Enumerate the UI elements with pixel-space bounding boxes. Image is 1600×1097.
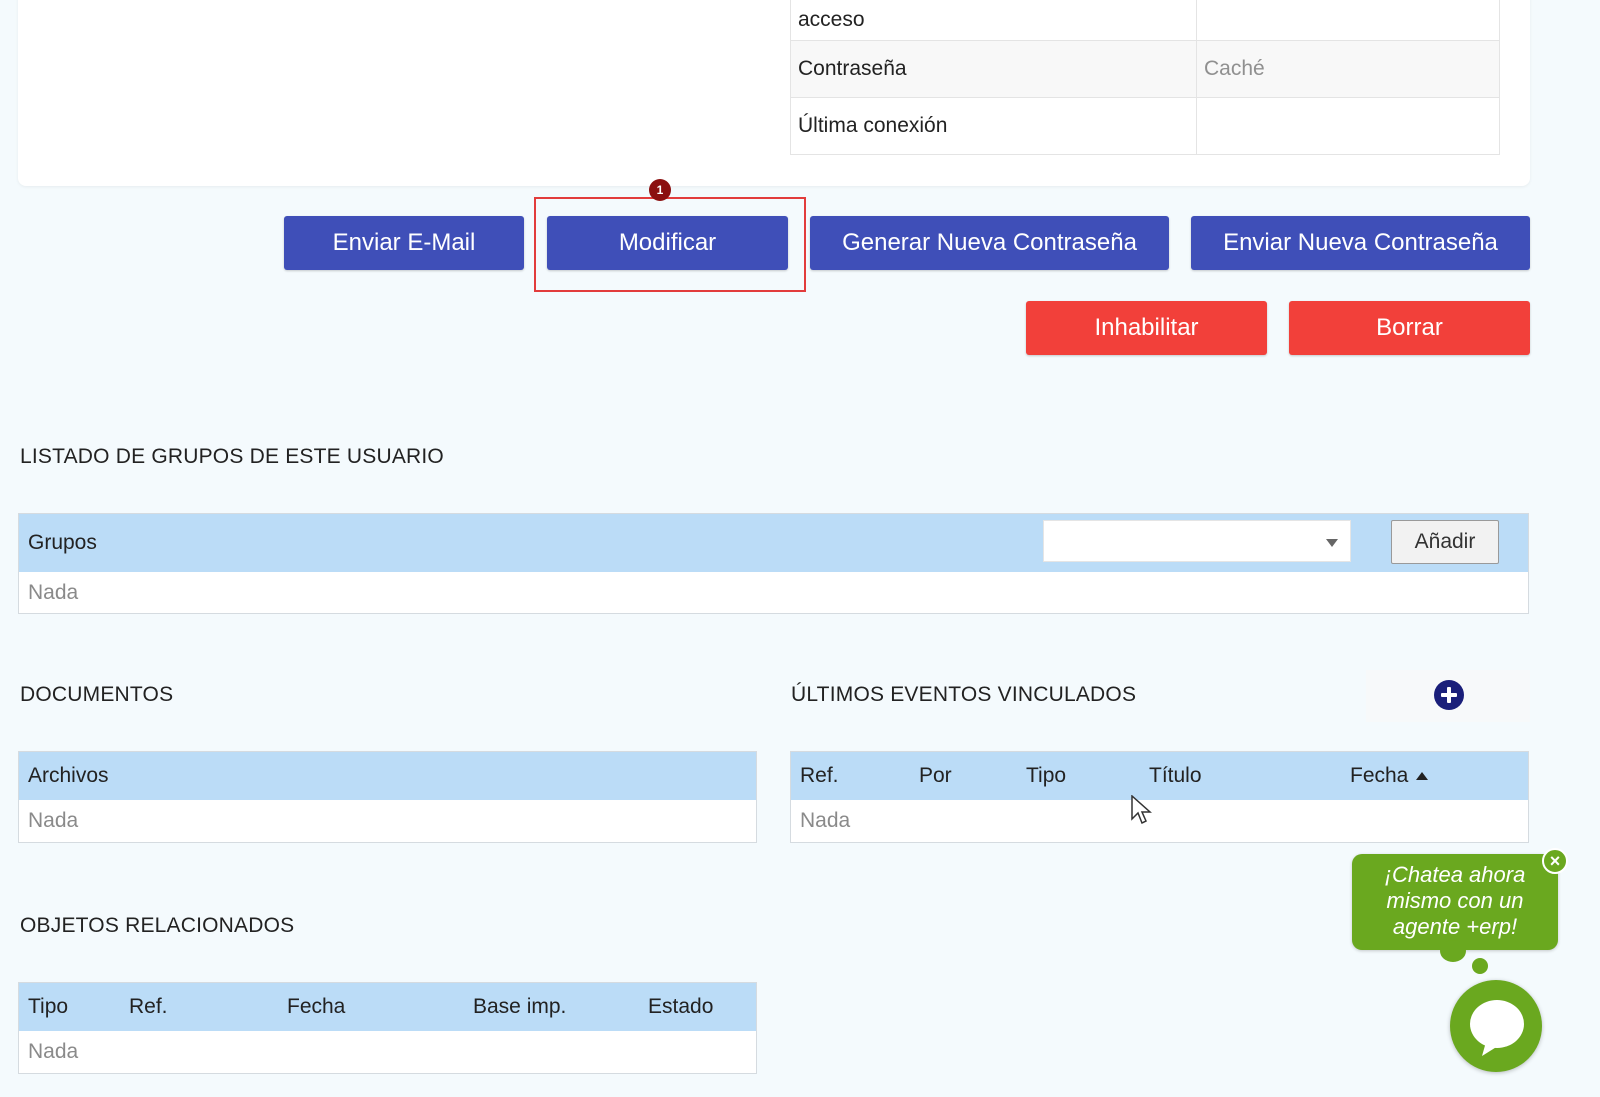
info-row-last-login: Última conexión	[790, 98, 1500, 155]
chat-close-icon[interactable]: ×	[1542, 848, 1568, 874]
related-empty-row: Nada	[28, 1040, 79, 1063]
chat-line-2: mismo con un	[1386, 888, 1524, 913]
info-value	[1197, 0, 1500, 40]
column-status[interactable]: Estado	[648, 995, 713, 1019]
disable-button[interactable]: Inhabilitar	[1026, 301, 1267, 355]
info-row-password: Contraseña Caché	[790, 41, 1500, 98]
info-label: acceso	[790, 0, 1197, 40]
group-select[interactable]	[1043, 520, 1351, 562]
info-label: Contraseña	[790, 41, 1197, 97]
column-type[interactable]: Tipo	[28, 995, 68, 1019]
info-label: Última conexión	[790, 98, 1197, 154]
column-date[interactable]: Fecha	[1350, 764, 1429, 788]
user-info-table: acceso Contraseña Caché Última conexión	[790, 0, 1500, 155]
add-group-button[interactable]: Añadir	[1391, 520, 1499, 564]
send-email-button[interactable]: Enviar E-Mail	[284, 216, 524, 270]
groups-table-header: Grupos Añadir	[19, 514, 1528, 572]
column-ref[interactable]: Ref.	[129, 995, 168, 1019]
groups-table: Grupos Añadir Nada	[18, 513, 1529, 614]
documents-section-title: DOCUMENTOS	[20, 683, 174, 706]
related-objects-table: Tipo Ref. Fecha Base imp. Estado Nada	[18, 982, 757, 1074]
files-column-header: Archivos	[28, 764, 109, 787]
add-event-icon[interactable]	[1434, 680, 1464, 710]
column-ref[interactable]: Ref.	[800, 764, 839, 788]
chevron-down-icon	[1326, 539, 1338, 547]
modify-button[interactable]: Modificar	[547, 216, 788, 270]
chat-icon	[1470, 1000, 1524, 1056]
column-by[interactable]: Por	[919, 764, 952, 788]
groups-empty-row: Nada	[28, 581, 79, 604]
documents-table-header: Archivos	[19, 752, 756, 800]
user-info-card: acceso Contraseña Caché Última conexión	[18, 0, 1530, 186]
column-date[interactable]: Fecha	[287, 995, 345, 1019]
related-section-title: OBJETOS RELACIONADOS	[20, 914, 295, 937]
column-tax-base[interactable]: Base imp.	[473, 995, 566, 1019]
send-password-button[interactable]: Enviar Nueva Contraseña	[1191, 216, 1530, 270]
step-badge: 1	[649, 179, 671, 201]
groups-section-title: LISTADO DE GRUPOS DE ESTE USUARIO	[20, 445, 444, 468]
chat-invite-bubble[interactable]: ¡Chatea ahora mismo con un agente +erp!	[1352, 854, 1558, 950]
documents-empty-row: Nada	[28, 809, 79, 832]
chat-bubble-tail	[1440, 940, 1466, 962]
chat-bubble-dot	[1472, 958, 1488, 974]
groups-column-header: Grupos	[28, 531, 97, 554]
events-section-title: ÚLTIMOS EVENTOS VINCULADOS	[791, 683, 1137, 706]
events-table-header: Ref. Por Tipo Título Fecha	[791, 752, 1528, 800]
info-row-access: acceso	[790, 0, 1500, 41]
sort-ascending-icon	[1416, 772, 1429, 781]
generate-password-button[interactable]: Generar Nueva Contraseña	[810, 216, 1169, 270]
chat-line-1: ¡Chatea ahora	[1384, 862, 1526, 887]
documents-table: Archivos Nada	[18, 751, 757, 843]
column-title[interactable]: Título	[1149, 764, 1202, 788]
chat-line-3: agente +erp!	[1392, 914, 1518, 939]
delete-button[interactable]: Borrar	[1289, 301, 1530, 355]
events-table: Ref. Por Tipo Título Fecha Nada	[790, 751, 1529, 843]
related-table-header: Tipo Ref. Fecha Base imp. Estado	[19, 983, 756, 1031]
info-value	[1197, 98, 1500, 154]
mouse-cursor-icon	[1131, 795, 1152, 825]
info-value: Caché	[1197, 41, 1500, 97]
column-type[interactable]: Tipo	[1026, 764, 1066, 788]
events-empty-row: Nada	[800, 809, 851, 832]
chat-launcher-button[interactable]	[1450, 980, 1542, 1072]
column-date-label: Fecha	[1350, 764, 1409, 787]
